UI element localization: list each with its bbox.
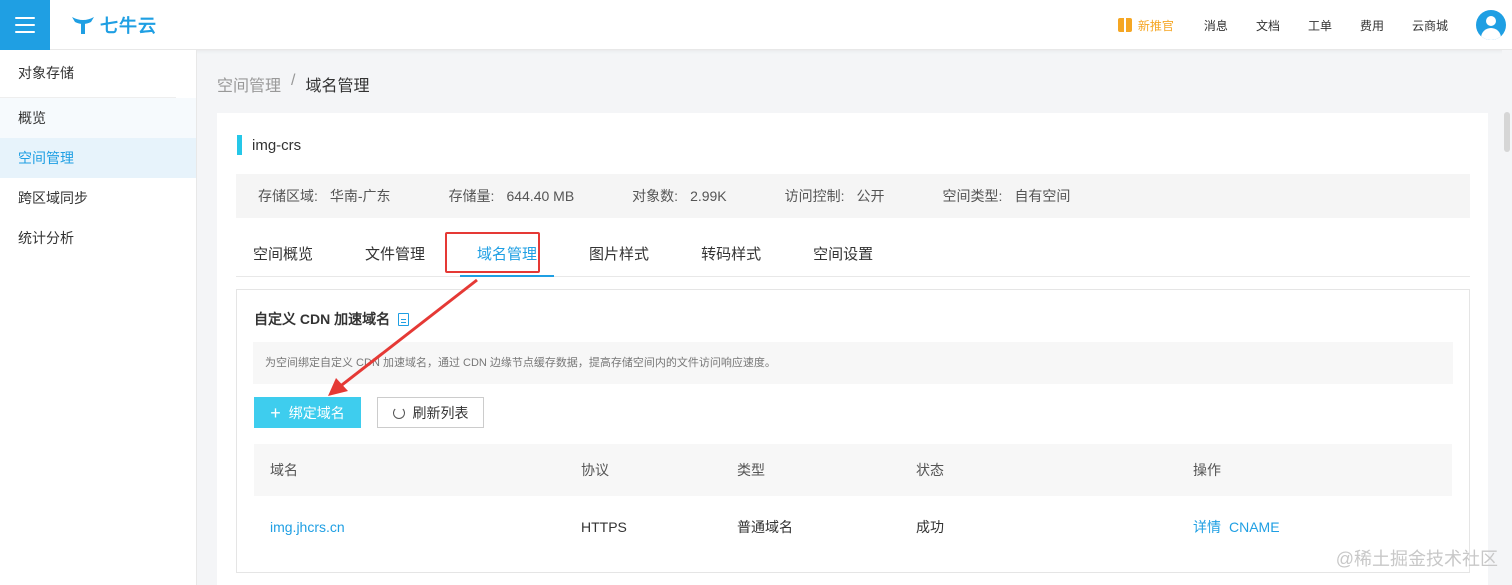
- header-domain: 域名: [270, 462, 298, 478]
- header-actions: 操作: [1193, 462, 1221, 478]
- plus-icon: +: [270, 402, 281, 423]
- info-objects: 对象数: 2.99K: [632, 186, 726, 206]
- top-nav: 新推官 消息 文档 工单 费用 云商城: [1117, 0, 1512, 50]
- sidebar-item-overview[interactable]: 概览: [0, 98, 196, 138]
- sidebar: 对象存储 概览 空间管理 跨区域同步 统计分析: [0, 50, 197, 585]
- cdn-description: 为空间绑定自定义 CDN 加速域名，通过 CDN 边缘节点缓存数据，提高存储空间…: [253, 342, 1453, 384]
- header-protocol: 协议: [581, 462, 609, 478]
- info-type-value: 自有空间: [1014, 188, 1071, 204]
- breadcrumb-parent[interactable]: 空间管理: [217, 72, 281, 96]
- menu-icon[interactable]: [0, 0, 50, 50]
- annotation-highlight-box: [445, 232, 540, 273]
- bind-domain-button[interactable]: + 绑定域名: [254, 397, 361, 428]
- tab-space-settings[interactable]: 空间设置: [796, 231, 890, 277]
- scrollbar-thumb[interactable]: [1504, 112, 1510, 152]
- qiniu-logo-icon: [72, 17, 94, 34]
- info-objects-key: 对象数:: [632, 188, 679, 204]
- breadcrumb-separator: /: [291, 72, 296, 89]
- cdn-title: 自定义 CDN 加速域名: [254, 309, 410, 329]
- gift-icon: [1117, 18, 1132, 32]
- watermark: @稀土掘金技术社区: [1335, 549, 1498, 569]
- scrollbar[interactable]: [1502, 50, 1512, 585]
- info-storage-key: 存储量:: [448, 188, 495, 204]
- header-status: 状态: [916, 462, 944, 478]
- title-accent-bar: [237, 135, 242, 155]
- tab-bar: 空间概览 文件管理 域名管理 图片样式 转码样式 空间设置: [236, 231, 1470, 277]
- actions-cell: 详情 CNAME: [1193, 500, 1280, 554]
- status-cell: 成功: [916, 519, 944, 535]
- logo-text: 七牛云: [100, 16, 157, 36]
- refresh-list-label: 刷新列表: [412, 404, 469, 421]
- tab-space-overview[interactable]: 空间概览: [236, 231, 330, 277]
- bucket-info-bar: 存储区域: 华南-广东 存储量: 644.40 MB 对象数: 2.99K 访问控制:…: [236, 174, 1470, 218]
- info-access: 访问控制: 公开: [785, 186, 885, 206]
- user-avatar[interactable]: [1476, 10, 1506, 40]
- refresh-list-button[interactable]: 刷新列表: [377, 397, 484, 428]
- breadcrumb: 空间管理 / 域名管理: [217, 72, 369, 96]
- cname-link[interactable]: CNAME: [1229, 519, 1280, 535]
- bind-domain-label: 绑定域名: [288, 404, 345, 421]
- nav-docs[interactable]: 文档: [1256, 17, 1280, 34]
- info-access-value: 公开: [856, 188, 885, 204]
- breadcrumb-current: 域名管理: [305, 78, 370, 95]
- cdn-title-text: 自定义 CDN 加速域名: [254, 311, 391, 327]
- tab-image-styles[interactable]: 图片样式: [572, 231, 666, 277]
- type-cell: 普通域名: [737, 519, 793, 535]
- sidebar-title[interactable]: 对象存储: [0, 50, 176, 98]
- header-type: 类型: [737, 462, 765, 478]
- info-type: 空间类型: 自有空间: [943, 186, 1071, 206]
- sidebar-item-space-management[interactable]: 空间管理: [0, 138, 196, 178]
- nav-promo[interactable]: 新推官: [1117, 17, 1174, 34]
- bucket-title: img-crs: [237, 135, 301, 155]
- detail-link[interactable]: 详情: [1193, 517, 1221, 537]
- main-panel: img-crs 存储区域: 华南-广东 存储量: 644.40 MB 对象数: 2.9…: [217, 113, 1488, 585]
- info-region-key: 存储区域:: [258, 188, 318, 204]
- sidebar-item-statistics[interactable]: 统计分析: [0, 218, 196, 258]
- refresh-icon: [392, 406, 405, 419]
- info-region-value: 华南-广东: [329, 188, 391, 204]
- nav-marketplace[interactable]: 云商城: [1412, 17, 1448, 34]
- info-access-key: 访问控制:: [784, 188, 845, 204]
- info-objects-value: 2.99K: [690, 188, 727, 204]
- domain-link[interactable]: img.jhcrs.cn: [270, 500, 345, 554]
- info-type-key: 空间类型:: [942, 188, 1003, 204]
- nav-messages[interactable]: 消息: [1204, 17, 1228, 34]
- tab-transcode-styles[interactable]: 转码样式: [684, 231, 778, 277]
- sidebar-item-cross-region-sync[interactable]: 跨区域同步: [0, 178, 196, 218]
- info-storage: 存储量: 644.40 MB: [449, 186, 575, 206]
- table-header: 域名 协议 类型 状态 操作: [254, 444, 1452, 496]
- cdn-domain-section: 自定义 CDN 加速域名 为空间绑定自定义 CDN 加速域名，通过 CDN 边缘…: [236, 289, 1470, 573]
- nav-tickets[interactable]: 工单: [1308, 17, 1332, 34]
- tab-file-management[interactable]: 文件管理: [348, 231, 442, 277]
- nav-promo-label: 新推官: [1137, 18, 1174, 33]
- nav-billing[interactable]: 费用: [1360, 17, 1384, 34]
- document-icon[interactable]: [398, 312, 410, 326]
- protocol-cell: HTTPS: [581, 519, 627, 535]
- logo[interactable]: 七牛云: [70, 12, 157, 38]
- top-bar: 七牛云 新推官 消息 文档 工单 费用 云商城: [0, 0, 1512, 50]
- bucket-name: img-crs: [252, 136, 302, 154]
- info-region: 存储区域: 华南-广东: [258, 186, 391, 206]
- table-row: img.jhcrs.cn HTTPS 普通域名 成功 详情 CNAME: [254, 500, 1452, 554]
- info-storage-value: 644.40 MB: [506, 188, 575, 204]
